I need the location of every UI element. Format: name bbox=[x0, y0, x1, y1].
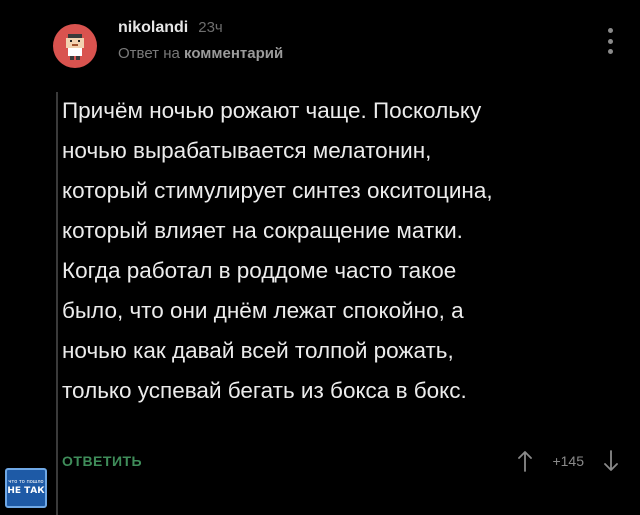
comment-body: Причём ночью рожают чаще. Поскольку ночь… bbox=[62, 98, 493, 403]
watermark-logo: что то пошло НЕ ТАК bbox=[5, 468, 47, 508]
kebab-dot bbox=[607, 49, 613, 54]
avatar[interactable] bbox=[53, 24, 97, 68]
author-name[interactable]: nikolandi bbox=[118, 18, 188, 38]
arrow-up-icon[interactable] bbox=[518, 450, 533, 472]
vote-controls: +145 bbox=[518, 450, 618, 472]
watermark-main-text: НЕ ТАК bbox=[7, 486, 45, 496]
arrow-down-icon[interactable] bbox=[604, 450, 618, 472]
thread-line bbox=[56, 92, 58, 515]
pixel-character-avatar-icon bbox=[66, 34, 84, 60]
kebab-dot bbox=[607, 28, 613, 33]
reply-target-link[interactable]: комментарий bbox=[184, 45, 283, 62]
kebab-dot bbox=[607, 38, 613, 44]
author-line: nikolandi 23ч bbox=[118, 18, 610, 38]
reply-prefix: Ответ на bbox=[118, 45, 180, 62]
comment-footer: ОТВЕТИТЬ +145 bbox=[62, 446, 618, 476]
rating-count: +145 bbox=[552, 453, 584, 469]
reply-button[interactable]: ОТВЕТИТЬ bbox=[62, 453, 142, 469]
watermark-top-text: что то пошло bbox=[8, 479, 44, 485]
comment-header: nikolandi 23ч Ответ на комментарий bbox=[118, 18, 610, 64]
kebab-menu-icon[interactable] bbox=[606, 28, 614, 54]
reply-context: Ответ на комментарий bbox=[118, 44, 610, 64]
comment-time: 23ч bbox=[198, 19, 223, 36]
